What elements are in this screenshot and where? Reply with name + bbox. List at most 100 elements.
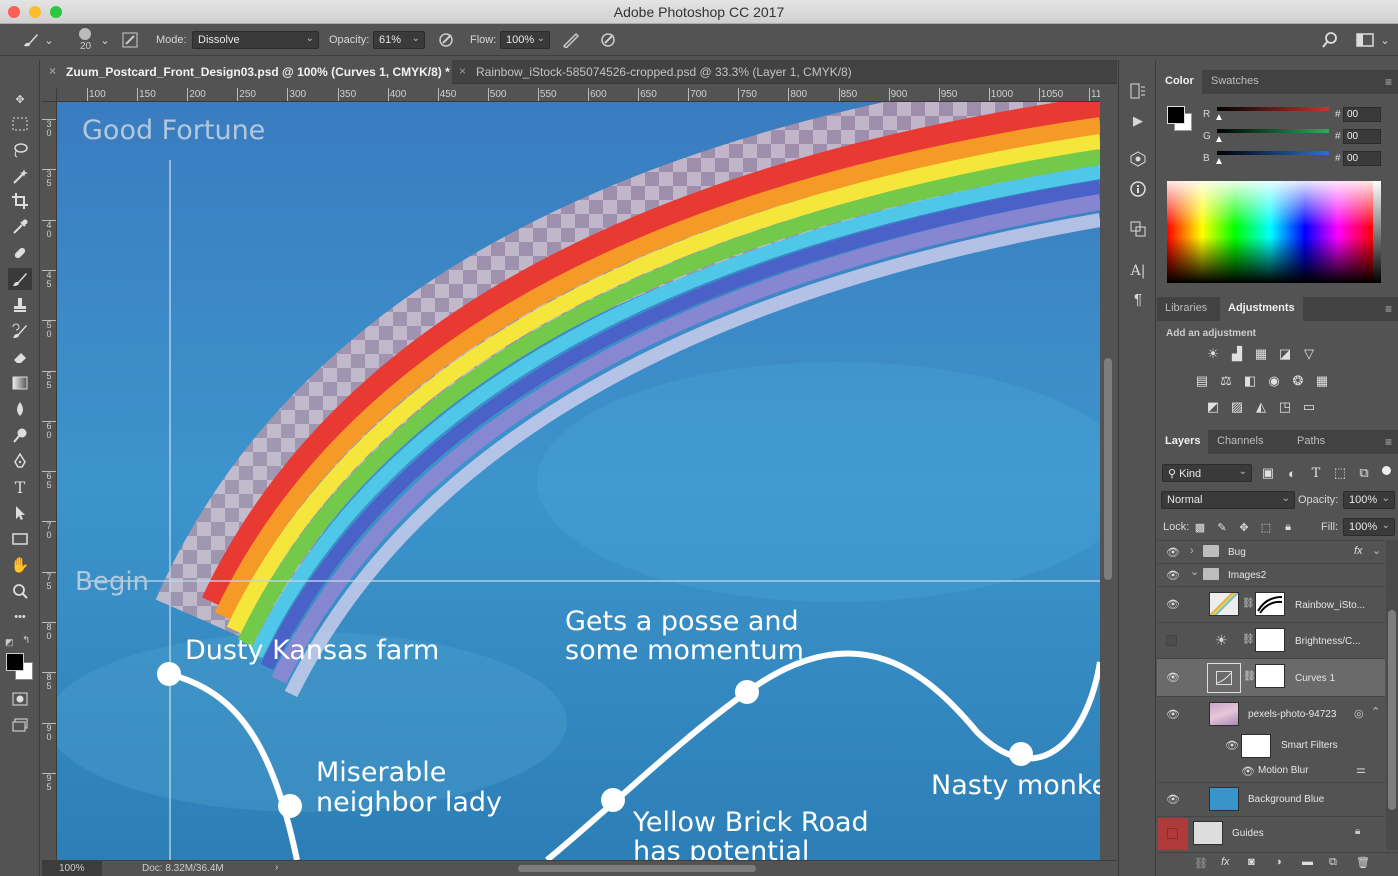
channel-r-slider[interactable] — [1217, 107, 1329, 111]
posterize-icon[interactable]: ▨ — [1228, 399, 1246, 414]
layer-row-images2[interactable]: 👁︎ ⌄ Images2 — [1157, 563, 1385, 586]
new-layer-icon[interactable]: ⧉ — [1329, 856, 1337, 869]
layer-mask-thumbnail[interactable] — [1255, 628, 1285, 652]
mode-select[interactable]: Dissolve ⌄ — [192, 31, 319, 49]
layer-row-smart-filters[interactable]: 👁︎ Smart Filters — [1157, 732, 1385, 760]
layer-row-rainbow[interactable]: 👁︎ ⛓︎ Rainbow_iSto... — [1157, 586, 1385, 622]
channel-g-value[interactable]: 00 — [1343, 129, 1381, 144]
character-icon[interactable]: A| — [1129, 262, 1147, 280]
layer-row-motion-blur[interactable]: 👁︎ Motion Blur ⚌ — [1157, 760, 1385, 782]
vertical-scrollbar[interactable] — [1100, 102, 1117, 860]
document-canvas[interactable]: Good Fortune Begin Dusty Kansas farm Get… — [57, 102, 1100, 860]
lasso-tool[interactable] — [8, 139, 32, 161]
hand-tool[interactable]: ✋ — [8, 554, 32, 576]
lock-all-icon[interactable]: 🔒︎ — [1279, 520, 1297, 534]
swap-colors-icon[interactable]: ↰ — [22, 635, 30, 646]
tab-color[interactable]: Color — [1157, 70, 1202, 94]
lock-pixels-icon[interactable]: ✎ — [1213, 520, 1231, 534]
invert-icon[interactable]: ◩ — [1204, 399, 1222, 414]
tab-channels[interactable]: Channels — [1209, 430, 1271, 454]
visibility-eye-icon[interactable]: 👁︎ — [1166, 708, 1180, 721]
history-brush-tool[interactable] — [8, 320, 32, 342]
status-menu-icon[interactable]: › — [275, 862, 278, 873]
lock-transparency-icon[interactable]: ▩ — [1191, 520, 1209, 534]
add-mask-icon[interactable]: ◙ — [1248, 856, 1255, 868]
chevron-down-icon[interactable]: ⌄ — [100, 34, 110, 47]
filter-shape-icon[interactable]: ⬚ — [1331, 465, 1349, 480]
horizontal-scroll-thumb[interactable] — [518, 865, 756, 872]
layer-mask-thumbnail[interactable] — [1255, 664, 1285, 688]
blur-tool[interactable] — [8, 398, 32, 420]
hue-saturation-icon[interactable]: ▤ — [1193, 373, 1211, 388]
3d-icon[interactable] — [1129, 150, 1147, 168]
slider-handle-icon[interactable]: ▲ — [1214, 134, 1224, 145]
tab-zuum-postcard[interactable]: × Zuum_Postcard_Front_Design03.psd @ 100… — [42, 60, 452, 84]
gradient-map-icon[interactable]: ▭ — [1300, 399, 1318, 414]
chevron-down-icon[interactable]: ⌄ — [1380, 34, 1390, 47]
edit-toolbar-button[interactable]: ••• — [8, 606, 32, 628]
link-icon[interactable]: ⛓︎ — [1243, 671, 1256, 682]
clone-stamp-tool[interactable] — [8, 294, 32, 316]
chevron-down-icon[interactable]: ⌄ — [1372, 544, 1381, 557]
foreground-color-swatch[interactable] — [6, 653, 24, 671]
smart-filter-icon[interactable]: ◎ — [1354, 707, 1364, 720]
link-icon[interactable]: ⛓︎ — [1242, 634, 1255, 645]
chevron-down-icon[interactable]: ⌄ — [1190, 565, 1199, 578]
panel-menu-icon[interactable]: ≡ — [1385, 75, 1392, 89]
threshold-icon[interactable]: ◭ — [1252, 399, 1270, 414]
eraser-tool[interactable] — [8, 346, 32, 368]
pressure-size-icon[interactable] — [598, 30, 618, 50]
filter-type-icon[interactable]: T — [1307, 466, 1325, 481]
tab-layers[interactable]: Layers — [1157, 430, 1209, 454]
rectangle-tool[interactable] — [8, 528, 32, 550]
path-selection-tool[interactable] — [8, 502, 32, 524]
levels-icon[interactable]: ▟ — [1228, 346, 1246, 361]
close-tab-icon[interactable]: × — [459, 64, 466, 78]
visibility-eye-icon[interactable]: 👁︎ — [1166, 793, 1180, 806]
marquee-tool[interactable] — [8, 113, 32, 135]
delete-layer-icon[interactable]: 🗑︎ — [1356, 856, 1370, 869]
filter-pixel-icon[interactable]: ▣ — [1259, 465, 1277, 480]
visibility-eye-icon[interactable]: 👁︎ — [1166, 671, 1180, 684]
visibility-eye-icon[interactable]: 👁︎ — [1241, 765, 1255, 778]
color-balance-icon[interactable]: ⚖ — [1217, 373, 1235, 388]
color-lookup-icon[interactable]: ▦ — [1313, 373, 1331, 388]
channel-r-value[interactable]: 00 — [1343, 107, 1381, 122]
layer-opacity-field[interactable]: 100% ⌄ — [1343, 491, 1395, 509]
quick-mask-button[interactable] — [8, 688, 32, 710]
crop-tool[interactable] — [8, 190, 32, 212]
fx-icon[interactable]: fx — [1221, 856, 1230, 868]
scroll-thumb[interactable] — [1104, 358, 1112, 580]
history-icon[interactable] — [1129, 82, 1147, 100]
vertical-ruler[interactable]: 3 0 3 5 4 0 4 5 5 0 5 5 6 0 6 5 7 0 7 5 8 0 8 5 9 0 9… — [42, 102, 57, 860]
channel-g-slider[interactable] — [1217, 129, 1329, 133]
visibility-eye-icon[interactable]: 👁︎ — [1225, 739, 1239, 752]
info-icon[interactable] — [1129, 180, 1147, 198]
search-icon[interactable] — [1320, 30, 1340, 50]
slider-handle-icon[interactable]: ▲ — [1214, 156, 1224, 167]
properties-icon[interactable] — [1129, 220, 1147, 238]
airbrush-icon[interactable] — [560, 30, 582, 50]
close-tab-icon[interactable]: × — [49, 64, 56, 78]
chevron-right-icon[interactable]: › — [1190, 545, 1194, 557]
link-icon[interactable]: ⛓︎ — [1242, 598, 1255, 609]
zoom-tool[interactable] — [8, 580, 32, 602]
selective-color-icon[interactable]: ◳ — [1276, 399, 1294, 414]
dodge-tool[interactable] — [8, 424, 32, 446]
brightness-icon[interactable]: ☀ — [1204, 346, 1222, 361]
eyedropper-tool[interactable] — [8, 216, 32, 238]
blend-mode-select[interactable]: Normal ⌄ — [1161, 491, 1295, 509]
color-spectrum[interactable] — [1167, 181, 1373, 283]
visibility-eye-icon[interactable]: 👁︎ — [1166, 598, 1180, 611]
link-layers-icon[interactable]: ⛓︎ — [1194, 857, 1208, 870]
layers-scroll-thumb[interactable] — [1388, 610, 1396, 810]
curves-icon[interactable]: ▦ — [1252, 346, 1270, 361]
black-white-icon[interactable]: ◧ — [1241, 373, 1259, 388]
channel-b-value[interactable]: 00 — [1343, 151, 1381, 166]
filter-options-icon[interactable]: ⚌ — [1356, 763, 1366, 776]
layer-row-bug[interactable]: 👁︎ › Bug fx ⌄ — [1157, 540, 1385, 563]
filter-smart-object-icon[interactable]: ⧉ — [1355, 465, 1373, 480]
screen-mode-button[interactable] — [8, 714, 32, 736]
magic-wand-tool[interactable] — [8, 165, 32, 187]
exposure-icon[interactable]: ◪ — [1276, 346, 1294, 361]
